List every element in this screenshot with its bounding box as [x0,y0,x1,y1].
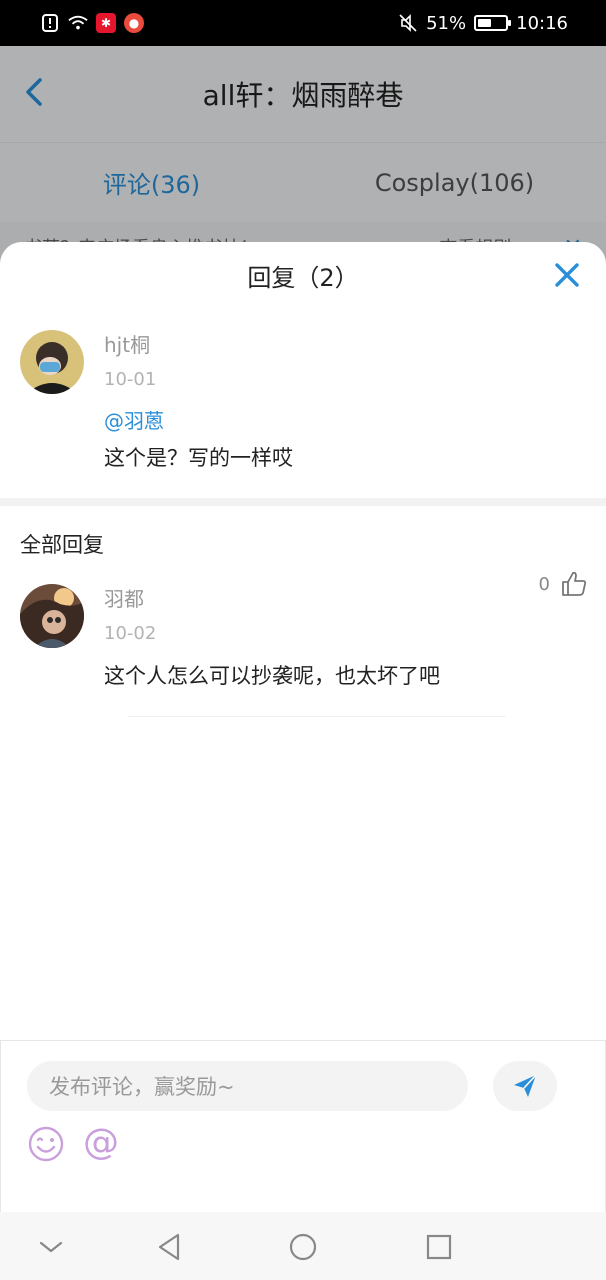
section-title: 全部回复 [20,533,104,557]
send-icon [514,1074,537,1097]
reply-item: 羽都 10-02 这个人怎么可以抄袭呢，也太坏了吧 0 [0,560,606,692]
clock: 10:16 [516,12,568,34]
sheet-title: 回复（2） [247,263,359,292]
comment-input[interactable]: 发布评论，赢奖励~ [27,1061,468,1111]
status-left: ✱ ● [40,13,144,33]
mute-icon [398,13,418,33]
emoji-icon[interactable] [27,1125,65,1163]
status-right: 51% 10:16 [398,13,568,34]
at-icon[interactable]: @ [83,1121,123,1165]
like-button[interactable]: 0 [539,570,588,598]
avatar[interactable] [20,330,84,394]
reply-text: 这个人怎么可以抄袭呢，也太坏了吧 [104,664,440,688]
app-notification-icon: ● [124,13,144,33]
author-name[interactable]: 羽都 [104,584,586,614]
alert-icon [40,13,60,33]
status-bar: ✱ ● 51% 10:16 [0,0,606,46]
avatar[interactable] [20,584,84,648]
nav-recents-icon[interactable] [424,1232,454,1262]
nav-down-icon[interactable] [36,1232,66,1262]
original-comment: hjt桐 10-01 @羽蒽 这个是？写的一样哎 [0,308,606,474]
nav-home-icon[interactable] [288,1232,318,1262]
battery-percent: 51% [426,12,467,34]
sheet-header: 回复（2） [0,242,606,308]
mention-link[interactable]: @羽蒽 [104,406,586,436]
thumb-up-icon [562,571,587,596]
section-separator [0,498,606,506]
reply-body: 羽都 10-02 这个人怎么可以抄袭呢，也太坏了吧 [104,584,586,692]
like-count: 0 [538,573,550,595]
battery-icon [474,15,512,31]
send-button[interactable] [493,1061,557,1111]
weibo-icon: ✱ [96,13,116,33]
comment-body: hjt桐 10-01 @羽蒽 这个是？写的一样哎 [104,330,586,474]
system-nav-bar [0,1212,606,1280]
author-name[interactable]: hjt桐 [104,330,586,360]
wifi-icon [68,13,88,33]
nav-back-icon[interactable] [154,1232,184,1262]
comment-composer: 发布评论，赢奖励~ @ [0,1040,606,1212]
close-icon[interactable] [552,260,582,290]
reply-date: 10-02 [104,623,157,644]
comment-text: 这个是？写的一样哎 [104,446,293,470]
comment-date: 10-01 [104,369,157,390]
reply-divider [128,716,506,717]
